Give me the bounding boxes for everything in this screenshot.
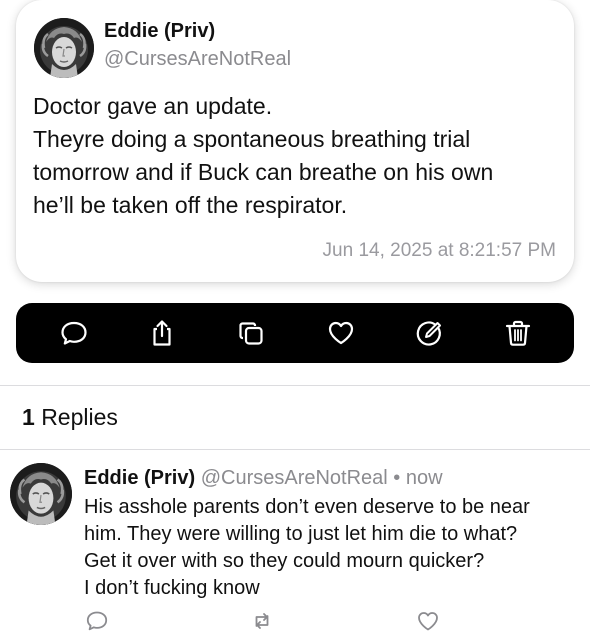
author-name[interactable]: Eddie (Priv) — [104, 20, 215, 43]
share-button[interactable] — [144, 315, 180, 351]
copy-button[interactable] — [233, 315, 269, 351]
reply-time: now — [405, 467, 443, 489]
comment-icon — [61, 321, 87, 345]
reply-repost-button[interactable] — [248, 607, 276, 635]
share-icon — [153, 320, 171, 346]
post-body-line: Theyre doing a spontaneous breathing tri… — [33, 126, 471, 152]
post-timestamp: Jun 14, 2025 at 8:21:57 PM — [322, 240, 556, 261]
repost-icon — [255, 613, 269, 629]
post-body: Doctor gave an update. Theyre doing a sp… — [33, 90, 568, 222]
post-card: Eddie (Priv) @CursesAreNotReal Doctor ga… — [16, 0, 574, 282]
post-body-line: Doctor gave an update. — [33, 93, 273, 119]
replies-header: 1 Replies — [22, 404, 118, 431]
divider — [0, 385, 590, 386]
avatar[interactable] — [34, 18, 94, 78]
edit-button[interactable] — [412, 315, 448, 351]
statue-head-avatar-icon — [34, 18, 94, 78]
reply-separator: • — [393, 467, 401, 489]
reply-button[interactable] — [56, 315, 92, 351]
thread-view: Eddie (Priv) @CursesAreNotReal Doctor ga… — [0, 0, 590, 640]
trash-icon — [505, 320, 531, 346]
replies-count: 1 — [22, 404, 35, 430]
reply-comment-button[interactable] — [83, 607, 111, 635]
reply-body-line: I don’t fucking know — [84, 577, 260, 599]
reply-like-button[interactable] — [414, 607, 442, 635]
copy-icon — [239, 322, 263, 345]
delete-button[interactable] — [500, 315, 536, 351]
reply-body-line: him. They were willing to just let him d… — [84, 523, 518, 545]
post-action-bar — [16, 303, 574, 363]
heart-icon — [328, 321, 354, 345]
reply-avatar[interactable] — [10, 463, 72, 525]
reply-body-line: Get it over with so they could mourn qui… — [84, 550, 485, 572]
reply-author-name[interactable]: Eddie (Priv) — [84, 467, 195, 489]
comment-icon — [86, 611, 108, 631]
reply-body: His asshole parents don’t even deserve t… — [84, 494, 584, 602]
reply-author-handle[interactable]: @CursesAreNotReal — [201, 467, 388, 489]
edit-icon — [416, 321, 441, 346]
reply-body-line: His asshole parents don’t even deserve t… — [84, 496, 530, 518]
replies-label: Replies — [41, 404, 118, 430]
reply-meta: Eddie (Priv) @CursesAreNotReal • now — [84, 467, 443, 490]
statue-head-avatar-icon — [10, 463, 72, 525]
heart-icon — [418, 612, 438, 631]
divider — [0, 449, 590, 450]
post-body-line: tomorrow and if Buck can breathe on his … — [33, 159, 494, 185]
post-body-line: he’ll be taken off the respirator. — [33, 192, 348, 218]
author-handle[interactable]: @CursesAreNotReal — [104, 48, 291, 71]
like-button[interactable] — [323, 315, 359, 351]
